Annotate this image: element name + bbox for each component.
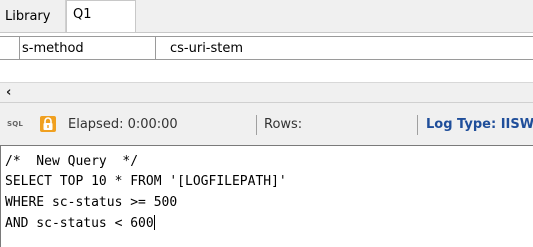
code-line: /* New Query */ xyxy=(5,154,139,169)
code-line: AND sc-status < 600 xyxy=(5,215,155,231)
tab-bar: Library Q1 xyxy=(0,0,533,32)
code-line: SELECT TOP 10 * FROM '[LOGFILEPATH]' xyxy=(5,174,287,189)
text-caret xyxy=(153,215,155,230)
row-selector-header[interactable] xyxy=(0,37,20,59)
results-grid: s-method cs-uri-stem xyxy=(0,32,533,82)
query-editor[interactable]: /* New Query */ SELECT TOP 10 * FROM '[L… xyxy=(0,145,533,247)
lock-icon xyxy=(40,116,56,132)
status-divider xyxy=(256,115,257,135)
status-divider xyxy=(417,115,418,135)
grid-header: s-method cs-uri-stem xyxy=(0,36,533,60)
column-header-cs-uri-stem[interactable]: cs-uri-stem xyxy=(156,37,533,59)
column-header-s-method[interactable]: s-method xyxy=(20,37,156,59)
tab-q1[interactable]: Q1 xyxy=(66,0,136,32)
tab-library[interactable]: Library xyxy=(0,0,66,32)
scroll-left-arrow-icon[interactable]: ‹ xyxy=(6,85,11,100)
code-line-text: AND sc-status < 600 xyxy=(5,216,154,231)
rows-count: Rows: xyxy=(264,117,303,132)
log-type-label[interactable]: Log Type: IISW xyxy=(426,117,533,132)
elapsed-time: Elapsed: 0:00:00 xyxy=(68,117,178,132)
sql-icon: SQL xyxy=(7,120,24,128)
code-line: WHERE sc-status >= 500 xyxy=(5,195,178,210)
horizontal-scrollbar[interactable]: ‹ xyxy=(0,82,533,102)
status-bar: SQL Elapsed: 0:00:00 Rows: Log Type: IIS… xyxy=(0,102,533,145)
